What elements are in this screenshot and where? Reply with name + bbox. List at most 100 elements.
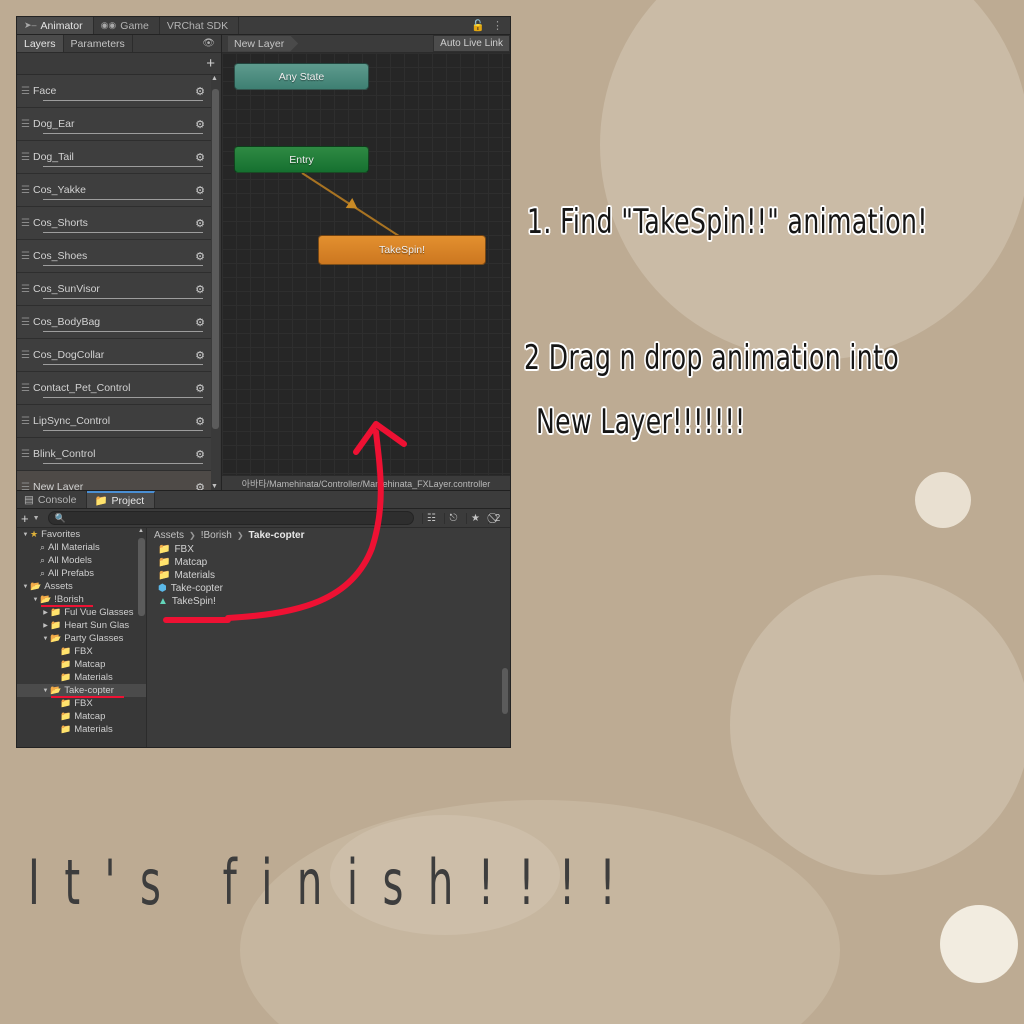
auto-live-link-button[interactable]: Auto Live Link <box>433 35 510 52</box>
twirl-icon[interactable]: ▼ <box>41 688 50 694</box>
layer-row[interactable]: ☰ LipSync_Control ⚙ <box>17 405 211 438</box>
twirl-icon[interactable]: ▶ <box>41 609 50 616</box>
drag-handle-icon[interactable]: ☰ <box>21 119 33 130</box>
gear-icon[interactable]: ⚙ <box>195 118 205 131</box>
favorite-star-icon[interactable]: ★ <box>466 512 484 524</box>
file-list-scrollbar-thumb[interactable] <box>502 668 508 714</box>
drag-handle-icon[interactable]: ☰ <box>21 383 33 394</box>
gear-icon[interactable]: ⚙ <box>195 415 205 428</box>
state-node-takespin[interactable]: TakeSpin! <box>318 235 486 265</box>
drag-handle-icon[interactable]: ☰ <box>21 416 33 427</box>
lock-icon[interactable]: 🔓 <box>471 19 485 32</box>
layer-row[interactable]: ☰ New Layer ⚙ <box>17 471 211 490</box>
layer-row[interactable]: ☰ Cos_DogCollar ⚙ <box>17 339 211 372</box>
layer-row[interactable]: ☰ Cos_Yakke ⚙ <box>17 174 211 207</box>
tree-item-all-models[interactable]: ⌕ All Models <box>17 554 146 567</box>
tree-scrollbar-thumb[interactable] <box>138 538 145 616</box>
file-row[interactable]: ⬢ Take-copter <box>147 582 510 595</box>
tab-game[interactable]: ◉◉ Game <box>94 17 160 34</box>
gear-icon[interactable]: ⚙ <box>195 151 205 164</box>
state-machine-graph[interactable]: Any State Entry TakeSpin! <box>222 53 510 475</box>
tab-parameters[interactable]: Parameters <box>64 35 133 52</box>
file-row[interactable]: 📁 Matcap <box>147 556 510 569</box>
tree-item-materials[interactable]: 📁 Materials <box>17 723 146 736</box>
layer-row[interactable]: ☰ Cos_Shorts ⚙ <box>17 207 211 240</box>
chevron-down-icon[interactable]: ▼ <box>33 515 40 522</box>
file-row[interactable]: ▲ TakeSpin! <box>147 595 510 608</box>
layer-row[interactable]: ☰ Contact_Pet_Control ⚙ <box>17 372 211 405</box>
layer-row[interactable]: ☰ Blink_Control ⚙ <box>17 438 211 471</box>
state-node-any-state[interactable]: Any State <box>234 63 369 90</box>
tab-animator[interactable]: ➤– Animator <box>17 17 94 34</box>
layer-row[interactable]: ☰ Cos_BodyBag ⚙ <box>17 306 211 339</box>
tree-item-assets[interactable]: ▼ 📂 Assets <box>17 580 146 593</box>
drag-handle-icon[interactable]: ☰ <box>21 449 33 460</box>
layer-row[interactable]: ☰ Dog_Ear ⚙ <box>17 108 211 141</box>
layer-scrollbar-thumb[interactable] <box>212 89 219 429</box>
gear-icon[interactable]: ⚙ <box>195 316 205 329</box>
tree-item-materials[interactable]: 📁 Materials <box>17 671 146 684</box>
tree-item-heart-sun-glas[interactable]: ▶ 📁 Heart Sun Glas <box>17 619 146 632</box>
twirl-icon[interactable]: ▼ <box>21 532 30 538</box>
twirl-icon[interactable]: ▼ <box>31 597 40 603</box>
gear-icon[interactable]: ⚙ <box>195 217 205 230</box>
tab-project[interactable]: 📁 Project <box>87 491 156 508</box>
breadcrumb-segment[interactable]: Assets <box>154 530 184 541</box>
layer-row[interactable]: ☰ Cos_SunVisor ⚙ <box>17 273 211 306</box>
twirl-icon[interactable]: ▼ <box>41 636 50 642</box>
scroll-up-icon[interactable]: ▲ <box>210 75 219 82</box>
gear-icon[interactable]: ⚙ <box>195 448 205 461</box>
drag-handle-icon[interactable]: ☰ <box>21 317 33 328</box>
tree-item-matcap[interactable]: 📁 Matcap <box>17 710 146 723</box>
tree-item-ful-vue-glasses[interactable]: ▶ 📁 Ful Vue Glasses <box>17 606 146 619</box>
gear-icon[interactable]: ⚙ <box>195 481 205 491</box>
layer-row[interactable]: ☰ Face ⚙ <box>17 75 211 108</box>
gear-icon[interactable]: ⚙ <box>195 349 205 362</box>
gear-icon[interactable]: ⚙ <box>195 85 205 98</box>
tree-item-fbx[interactable]: 📁 FBX <box>17 645 146 658</box>
state-node-entry[interactable]: Entry <box>234 146 369 173</box>
drag-handle-icon[interactable]: ☰ <box>21 152 33 163</box>
tree-item-party-glasses[interactable]: ▼ 📂 Party Glasses <box>17 632 146 645</box>
gear-icon[interactable]: ⚙ <box>195 184 205 197</box>
tree-item-all-prefabs[interactable]: ⌕ All Prefabs <box>17 567 146 580</box>
drag-handle-icon[interactable]: ☰ <box>21 185 33 196</box>
layer-scrollbar[interactable]: ▲ ▼ <box>211 75 220 490</box>
project-tree[interactable]: ▼ ★ Favorites ⌕ All Materials ⌕ All Models ⌕ All… <box>17 528 147 747</box>
drag-handle-icon[interactable]: ☰ <box>21 284 33 295</box>
breadcrumb-segment[interactable]: Take-copter <box>249 530 305 541</box>
drag-handle-icon[interactable]: ☰ <box>21 251 33 262</box>
gear-icon[interactable]: ⚙ <box>195 250 205 263</box>
tree-item--borish[interactable]: ▼ 📂 !Borish <box>17 593 146 607</box>
breadcrumb-segment[interactable]: !Borish <box>201 530 232 541</box>
hidden-packages-icon[interactable]: ⃠2 <box>488 512 506 524</box>
tree-item-take-copter[interactable]: ▼ 📂 Take-copter <box>17 684 146 698</box>
add-layer-button[interactable]: + <box>206 56 215 71</box>
file-row[interactable]: 📁 FBX <box>147 543 510 556</box>
gear-icon[interactable]: ⚙ <box>195 283 205 296</box>
create-asset-button[interactable]: + <box>21 511 29 526</box>
file-row[interactable]: 📁 Materials <box>147 569 510 582</box>
tab-console[interactable]: ▤ Console <box>17 491 88 508</box>
twirl-icon[interactable]: ▶ <box>41 622 50 629</box>
drag-handle-icon[interactable]: ☰ <box>21 350 33 361</box>
twirl-icon[interactable]: ▼ <box>21 584 30 590</box>
kebab-menu-icon[interactable]: ⋮ <box>492 19 503 32</box>
tree-item-fbx[interactable]: 📁 FBX <box>17 697 146 710</box>
search-input[interactable]: 🔍 <box>47 511 414 525</box>
layer-row[interactable]: ☰ Cos_Shoes ⚙ <box>17 240 211 273</box>
type-filter-icon[interactable]: ☷ <box>422 512 440 524</box>
tree-item-all-materials[interactable]: ⌕ All Materials <box>17 541 146 554</box>
eye-icon[interactable]: 👁 <box>202 35 221 52</box>
scroll-down-icon[interactable]: ▼ <box>210 483 219 490</box>
gear-icon[interactable]: ⚙ <box>195 382 205 395</box>
drag-handle-icon[interactable]: ☰ <box>21 218 33 229</box>
tab-vrchat-sdk[interactable]: VRChat SDK <box>160 17 240 34</box>
tree-scroll-up-icon[interactable]: ▲ <box>137 528 145 534</box>
drag-handle-icon[interactable]: ☰ <box>21 86 33 97</box>
tab-layers[interactable]: Layers <box>17 35 64 52</box>
tree-item-matcap[interactable]: 📁 Matcap <box>17 658 146 671</box>
drag-handle-icon[interactable]: ☰ <box>21 482 33 491</box>
tree-item-favorites[interactable]: ▼ ★ Favorites <box>17 528 146 541</box>
label-filter-icon[interactable]: ⎋ <box>444 512 462 524</box>
